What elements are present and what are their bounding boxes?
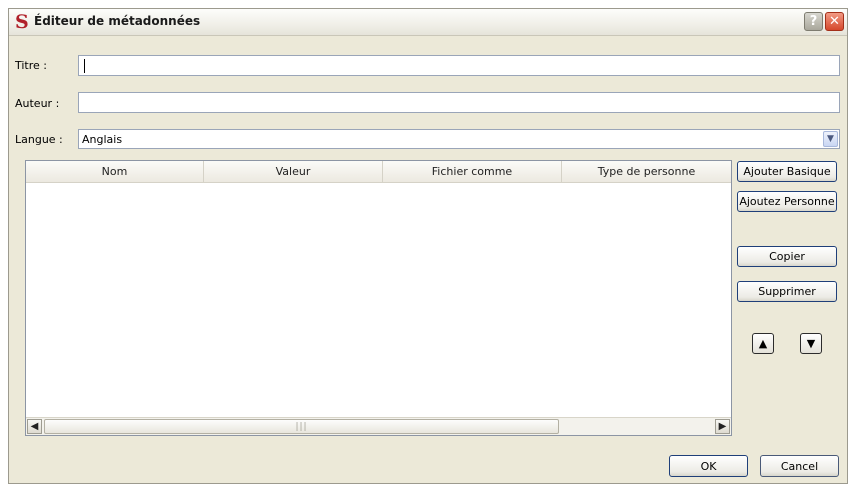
scrollbar-thumb[interactable]: ||| [44,419,559,434]
add-person-button[interactable]: Ajoutez Personne [737,191,837,212]
text-caret [84,59,85,73]
scroll-right-button[interactable]: ▶ [715,419,730,434]
language-label: Langue : [15,133,63,146]
metadata-table[interactable]: Nom Valeur Fichier comme Type de personn… [25,160,732,436]
delete-button[interactable]: Supprimer [737,281,837,302]
close-button[interactable]: ✕ [825,12,844,31]
column-header-person-type[interactable]: Type de personne [562,161,731,182]
chevron-right-icon: ▶ [718,421,727,432]
triangle-down-icon: ▼ [806,337,816,350]
horizontal-scrollbar[interactable]: ◀ ||| ▶ [26,417,731,435]
title-bar: S Éditeur de métadonnées ? ✕ [9,9,847,36]
add-basic-button[interactable]: Ajouter Basique [737,161,837,182]
chevron-down-icon[interactable]: ▼ [823,131,838,147]
copy-button[interactable]: Copier [737,246,837,267]
author-label: Auteur : [15,97,60,110]
move-down-button[interactable]: ▼ [800,333,822,354]
move-up-button[interactable]: ▲ [752,333,774,354]
cancel-button[interactable]: Cancel [760,455,839,477]
table-header: Nom Valeur Fichier comme Type de personn… [26,161,731,183]
author-input[interactable] [78,92,840,113]
column-header-file-as[interactable]: Fichier comme [383,161,562,182]
help-icon: ? [809,14,818,29]
scrollbar-grip: ||| [295,421,308,432]
chevron-left-icon: ◀ [30,421,39,432]
close-icon: ✕ [829,14,840,29]
language-select-value: Anglais [82,133,123,146]
help-button[interactable]: ? [804,12,823,31]
column-header-value[interactable]: Valeur [204,161,383,182]
triangle-up-icon: ▲ [758,337,768,350]
ok-button[interactable]: OK [669,455,748,477]
title-label: Titre : [15,59,48,72]
language-select[interactable]: Anglais ▼ [78,129,840,149]
window-title: Éditeur de métadonnées [34,14,201,28]
column-header-name[interactable]: Nom [26,161,204,182]
metadata-editor-window: S Éditeur de métadonnées ? ✕ Titre : Aut… [8,8,848,484]
scroll-left-button[interactable]: ◀ [27,419,42,434]
title-input[interactable] [78,55,840,76]
app-logo-icon: S [15,11,29,33]
